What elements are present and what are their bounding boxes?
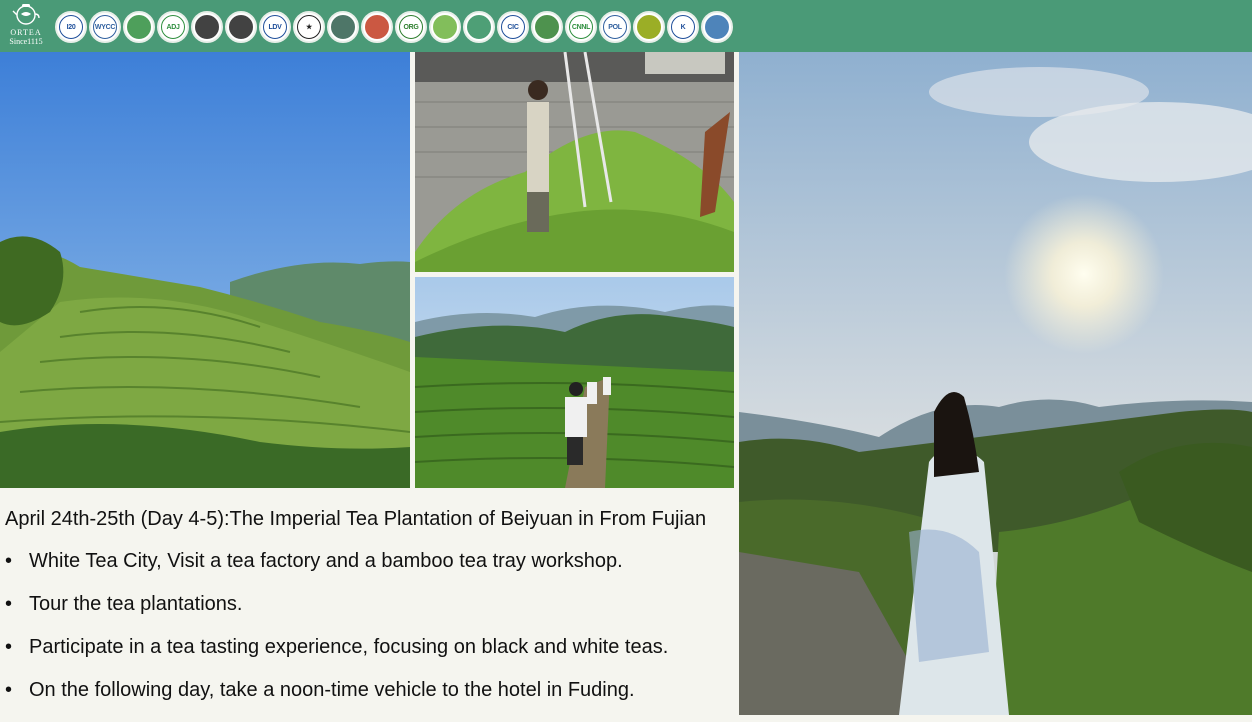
wave-badge-icon[interactable] — [701, 11, 733, 43]
plantation-photo-hills — [0, 52, 410, 488]
ortea-logo[interactable]: ORTEA Since1115 — [4, 2, 48, 50]
bullet-icon: • — [5, 679, 13, 701]
pol-badge-icon[interactable]: POL — [599, 11, 631, 43]
bullet-icon: • — [5, 593, 13, 615]
bullet-icon: • — [5, 550, 13, 572]
plantation-walk-photo — [415, 277, 734, 488]
brand-name: ORTEA — [10, 28, 42, 37]
emblem-badge-icon[interactable] — [327, 11, 359, 43]
organic-badge-icon[interactable]: ORG — [395, 11, 427, 43]
adj-badge-icon[interactable]: ADJ — [157, 11, 189, 43]
bullet-icon: • — [5, 636, 13, 658]
list-item: • On the following day, take a noon-time … — [5, 679, 668, 722]
sunset-plantation-photo — [739, 52, 1252, 715]
header-bar: ORTEA Since1115 I20 WYCC ADJ LDV ★ ORG CIC CNNL… — [0, 0, 1252, 52]
tea-factory-photo — [415, 52, 734, 272]
oval-cert-badge-icon[interactable] — [463, 11, 495, 43]
itinerary-heading: April 24th-25th (Day 4-5):The Imperial T… — [5, 508, 707, 530]
list-item-text: Participate in a tea tasting experience,… — [29, 636, 669, 658]
eu-leaf-badge-icon[interactable] — [429, 11, 461, 43]
wycc-badge-icon[interactable]: WYCC — [89, 11, 121, 43]
stripe-badge-icon[interactable] — [191, 11, 223, 43]
star-badge-icon[interactable]: ★ — [293, 11, 325, 43]
cnnl-badge-icon[interactable]: CNNL — [565, 11, 597, 43]
itinerary-text: April 24th-25th (Day 4-5):The Imperial T… — [0, 488, 739, 715]
list-item: • Participate in a tea tasting experience… — [5, 636, 668, 679]
itinerary-list: • White Tea City, Visit a tea factory and… — [5, 550, 668, 722]
green-seal-badge-icon[interactable] — [123, 11, 155, 43]
map-badge-icon[interactable] — [531, 11, 563, 43]
list-item: • Tour the tea plantations. — [5, 593, 668, 636]
leaf-badge-icon[interactable] — [633, 11, 665, 43]
k-badge-icon[interactable]: K — [667, 11, 699, 43]
list-item: • White Tea City, Visit a tea factory and… — [5, 550, 668, 593]
list-item-text: White Tea City, Visit a tea factory and … — [29, 550, 623, 572]
teapot-logo-icon — [12, 4, 40, 25]
ldv-badge-icon[interactable]: LDV — [259, 11, 291, 43]
cic-badge-icon[interactable]: CIC — [497, 11, 529, 43]
list-item-text: Tour the tea plantations. — [29, 593, 243, 615]
crest-badge-icon[interactable] — [225, 11, 257, 43]
i20-badge-icon[interactable]: I20 — [55, 11, 87, 43]
list-item-text: On the following day, take a noon-time v… — [29, 679, 635, 701]
red-green-seal-badge-icon[interactable] — [361, 11, 393, 43]
brand-since: Since1115 — [9, 37, 43, 46]
